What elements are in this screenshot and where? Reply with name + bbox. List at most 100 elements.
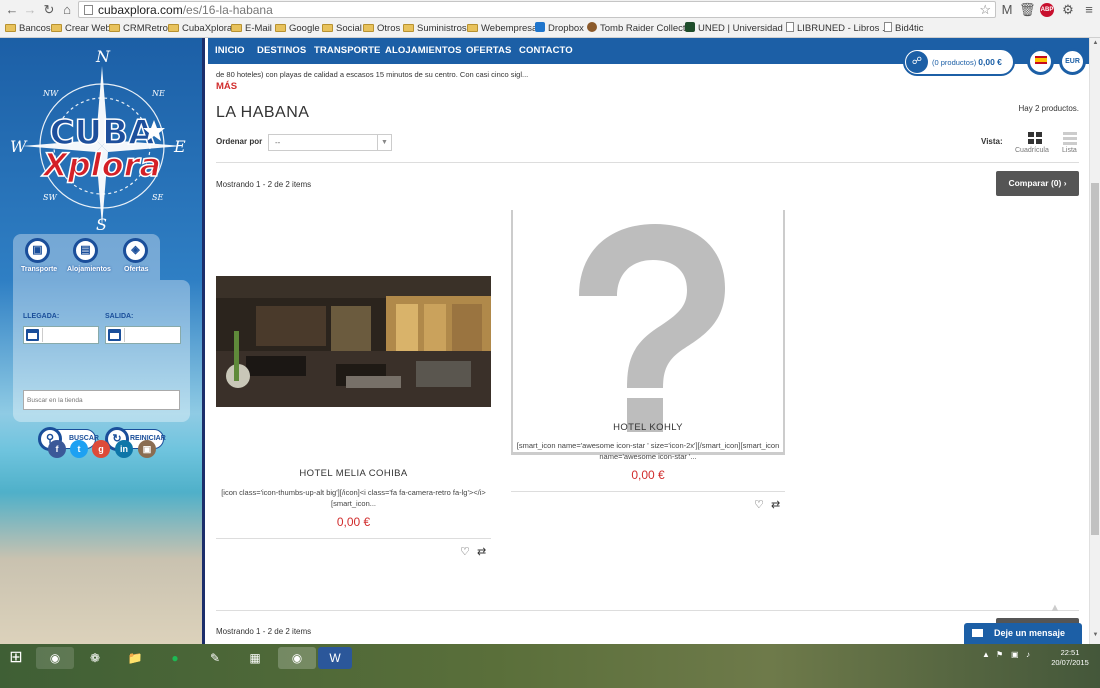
twitter-icon[interactable]: t [70, 440, 88, 458]
page-icon [786, 22, 794, 32]
bookmark-crmretro[interactable]: CRMRetro [109, 22, 168, 36]
scroll-down-arrow-icon[interactable]: ▼ [1092, 632, 1099, 638]
more-link[interactable]: MÁS [216, 81, 237, 92]
bookmark-otros[interactable]: Otros [363, 22, 400, 36]
list-view-icon[interactable] [1063, 132, 1077, 145]
offers-gift-icon[interactable]: ◈ [123, 238, 148, 263]
quick-link-ofertas[interactable]: Ofertas [124, 266, 149, 273]
facebook-icon[interactable]: f [48, 440, 66, 458]
volume-icon[interactable]: ♪ [1026, 650, 1030, 659]
page-icon [884, 22, 892, 32]
calendar-icon[interactable] [26, 329, 39, 341]
flag-icon[interactable]: ⚑ [996, 650, 1003, 659]
product-name-kohly[interactable]: HOTEL KOHLY [511, 422, 785, 433]
bookmark-crear-web[interactable]: Crear Web [51, 22, 111, 36]
page-scrollbar[interactable]: ▲ ▼ [1089, 38, 1100, 644]
transport-bus-icon[interactable]: ▣ [25, 238, 50, 263]
scrollbar-thumb[interactable] [1091, 183, 1099, 535]
clock[interactable]: 22:51 20/07/2015 [1044, 648, 1096, 668]
url-bar[interactable]: cubaxplora.com/es/16-la-habana ☆ [78, 1, 996, 18]
divider [216, 610, 1079, 611]
quick-link-transporte[interactable]: Transporte [21, 266, 57, 273]
language-spain-flag-icon[interactable] [1027, 48, 1054, 75]
chrome-active-icon[interactable]: ◉ [278, 647, 316, 669]
chat-widget[interactable]: Deje un mensaje [964, 623, 1082, 644]
notes-icon[interactable]: ✎ [196, 647, 234, 669]
quick-link-alojamientos[interactable]: Alojamientos [67, 266, 111, 273]
bookmark-social[interactable]: Social [322, 22, 362, 36]
sidebar: N S W E NW NE SW SE CUBA Xplora ▣ Transpor… [0, 38, 205, 644]
calendar-icon[interactable] [108, 329, 121, 341]
google-plus-icon[interactable]: g [92, 440, 110, 458]
bookmark-bid4tic[interactable]: Bid4tic [884, 22, 924, 36]
bookmark-uned[interactable]: UNED | Universidad ... [685, 22, 793, 36]
nav-transporte[interactable]: TRANSPORTE [314, 45, 380, 56]
bookmark-label: Tomb Raider Collect... [600, 23, 694, 34]
calculator-icon[interactable]: ▦ [236, 647, 274, 669]
gmail-icon[interactable]: M [1000, 2, 1014, 17]
file-explorer-icon[interactable]: 📁 [116, 647, 154, 669]
trash-icon[interactable]: 🗑 [1019, 2, 1036, 17]
arrival-date-field[interactable] [23, 326, 99, 344]
view-grid-label[interactable]: Cuadrícula [1015, 147, 1049, 154]
forward-icon[interactable]: → [22, 2, 38, 17]
product-image-kohly[interactable] [511, 210, 785, 455]
heart-wishlist-icon[interactable]: ♡ [754, 498, 764, 511]
scroll-to-top-icon[interactable]: ▲ [1048, 602, 1062, 616]
word-icon[interactable]: W [318, 647, 352, 669]
bookmark-suministros[interactable]: Suministros [403, 22, 467, 36]
linkedin-icon[interactable]: in [115, 440, 133, 458]
bookmark-star-icon[interactable]: ☆ [979, 2, 991, 17]
url-text: cubaxplora.com/es/16-la-habana [98, 3, 273, 17]
heart-wishlist-icon[interactable]: ♡ [460, 545, 470, 558]
product-name-melia-cohiba[interactable]: HOTEL MELIA COHIBA [216, 468, 491, 479]
nav-destinos[interactable]: DESTINOS [257, 45, 306, 56]
instagram-icon[interactable]: ▣ [138, 440, 156, 458]
back-icon[interactable]: ← [4, 2, 20, 17]
view-list-label[interactable]: Lista [1062, 147, 1077, 154]
bookmark-tomb-raider[interactable]: Tomb Raider Collect... [587, 22, 693, 36]
spotify-icon[interactable]: ● [156, 647, 194, 669]
divider [216, 538, 491, 539]
accommodation-bed-icon[interactable]: ▤ [73, 238, 98, 263]
departure-date-input[interactable] [124, 328, 179, 342]
cart-button[interactable]: ☍ (0 productos) 0,00 € [903, 48, 1015, 76]
bookmark-email[interactable]: E-Mail [231, 22, 272, 36]
bookmark-label: Otros [377, 23, 401, 34]
folder-icon [403, 24, 414, 32]
bookmark-webempresa[interactable]: Webempresa [467, 22, 537, 36]
tray-arrow-icon[interactable]: ▲ [982, 650, 990, 659]
nav-inicio[interactable]: INICIO [215, 45, 245, 56]
cubaxplora-logo[interactable]: N S W E NW NE SW SE CUBA Xplora [10, 48, 195, 253]
app-butterfly-icon[interactable]: ❁ [76, 647, 114, 669]
page-title: LA HABANA [216, 104, 310, 121]
windows-start-icon[interactable]: ⊞ [0, 647, 32, 669]
network-icon[interactable]: ▣ [1011, 650, 1019, 659]
adblock-icon[interactable]: ABP [1040, 3, 1054, 17]
bookmark-dropbox[interactable]: Dropbox [535, 22, 584, 36]
home-icon[interactable]: ⌂ [59, 2, 75, 17]
nav-contacto[interactable]: CONTACTO [519, 45, 573, 56]
sort-select[interactable]: -- ▼ [268, 134, 392, 151]
bookmark-libruned[interactable]: LIBRUNED - Libros ... [786, 22, 890, 36]
scroll-up-arrow-icon[interactable]: ▲ [1092, 40, 1099, 46]
nav-alojamientos[interactable]: ALOJAMIENTOS [385, 45, 462, 56]
bookmark-bancos[interactable]: Bancos [5, 22, 51, 36]
product-image-melia-cohiba[interactable] [216, 276, 491, 407]
product-count: Hay 2 productos. [1018, 104, 1079, 113]
departure-date-field[interactable] [105, 326, 181, 344]
nav-ofertas[interactable]: OFERTAS [466, 45, 511, 56]
reload-icon[interactable]: ↻ [41, 2, 57, 17]
bookmark-google[interactable]: Google [275, 22, 320, 36]
menu-icon[interactable]: ≡ [1082, 2, 1096, 17]
extension-gear-icon[interactable]: ⚙ [1061, 2, 1075, 17]
store-search-input[interactable] [23, 390, 180, 410]
chrome-taskbar-icon[interactable]: ◉ [36, 647, 74, 669]
arrival-date-input[interactable] [42, 328, 97, 342]
compare-button[interactable]: Comparar (0) › [996, 171, 1079, 196]
bookmark-cubaxplora[interactable]: CubaXplora [168, 22, 232, 36]
currency-selector[interactable]: EUR [1059, 48, 1086, 75]
grid-view-icon[interactable] [1028, 132, 1042, 145]
compare-arrows-icon[interactable]: ⇄ [771, 498, 780, 511]
compare-arrows-icon[interactable]: ⇄ [477, 545, 486, 558]
